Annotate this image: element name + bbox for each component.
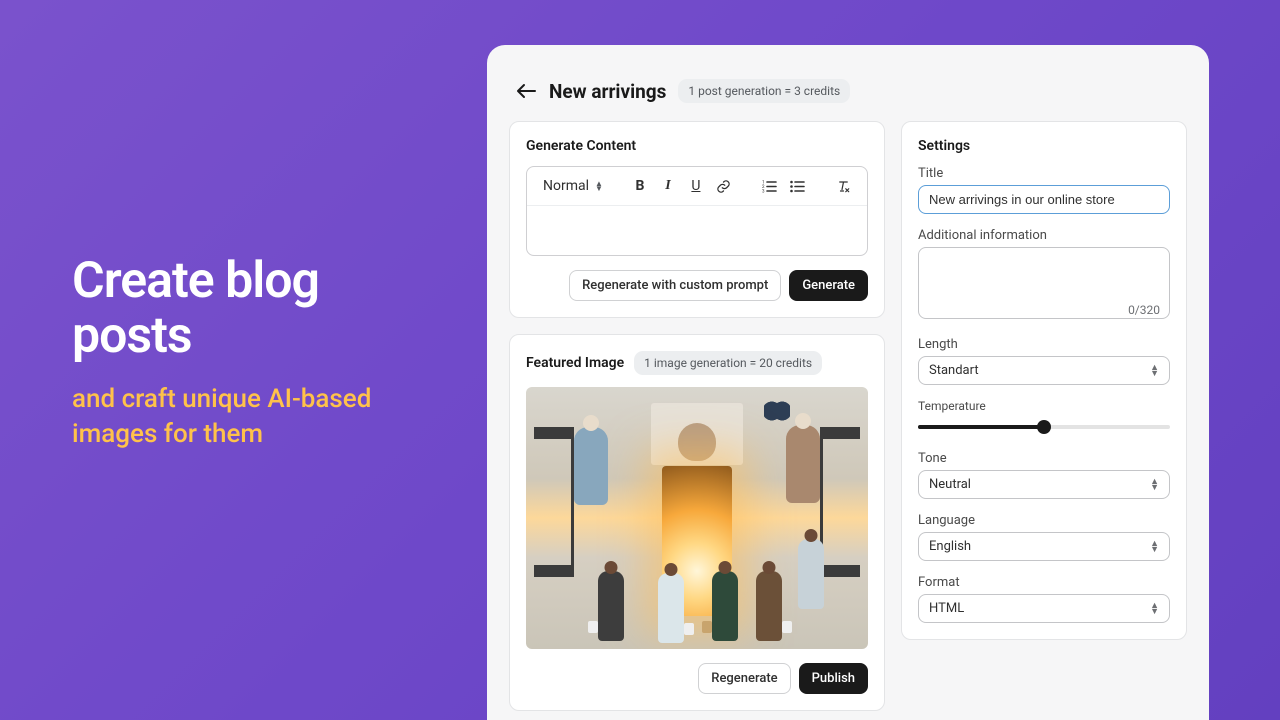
clear-format-icon[interactable] (831, 173, 857, 199)
tone-value: Neutral (929, 477, 971, 492)
format-select[interactable]: HTML ▲▼ (918, 594, 1170, 623)
chevron-updown-icon: ▲▼ (1150, 365, 1159, 377)
chevron-updown-icon: ▲▼ (1150, 541, 1159, 553)
title-label: Title (918, 166, 1170, 181)
temperature-slider[interactable] (918, 417, 1170, 437)
chevron-updown-icon: ▲▼ (595, 181, 603, 191)
heading-select[interactable]: Normal ▲▼ (539, 178, 607, 194)
ordered-list-icon[interactable]: 123 (757, 173, 783, 199)
additional-info-label: Additional information (918, 228, 1170, 243)
char-counter: 0/320 (1128, 303, 1160, 317)
featured-image-title: Featured Image (526, 355, 624, 371)
panel-header: New arrivings 1 post generation = 3 cred… (509, 65, 1187, 121)
language-value: English (929, 539, 971, 554)
regenerate-prompt-button[interactable]: Regenerate with custom prompt (569, 270, 781, 301)
temperature-label: Temperature (918, 399, 1170, 413)
format-value: HTML (929, 601, 964, 616)
generate-content-title: Generate Content (526, 138, 868, 154)
credits-pill: 1 post generation = 3 credits (678, 79, 850, 103)
title-input[interactable] (918, 185, 1170, 214)
length-value: Standart (929, 363, 979, 378)
app-panel: New arrivings 1 post generation = 3 cred… (487, 45, 1209, 720)
hero-title: Create blog posts (72, 254, 442, 364)
heading-select-label: Normal (543, 178, 589, 194)
generate-content-card: Generate Content Normal ▲▼ B I (509, 121, 885, 318)
featured-image-preview[interactable] (526, 387, 868, 649)
settings-card: Settings Title Additional information 0/… (901, 121, 1187, 640)
publish-button[interactable]: Publish (799, 663, 868, 694)
page-title: New arrivings (549, 80, 666, 103)
image-credits-pill: 1 image generation = 20 credits (634, 351, 822, 375)
length-select[interactable]: Standart ▲▼ (918, 356, 1170, 385)
hero-subtitle: and craft unique AI-based images for the… (72, 382, 442, 452)
editor-toolbar: Normal ▲▼ B I U (527, 167, 867, 206)
back-button[interactable] (515, 80, 537, 102)
svg-text:3: 3 (762, 188, 765, 193)
rich-text-editor[interactable]: Normal ▲▼ B I U (526, 166, 868, 256)
arrow-left-icon (516, 83, 536, 99)
bold-icon[interactable]: B (627, 173, 653, 199)
settings-title: Settings (918, 138, 1170, 154)
chevron-updown-icon: ▲▼ (1150, 479, 1159, 491)
link-icon[interactable] (711, 173, 737, 199)
italic-icon[interactable]: I (655, 173, 681, 199)
regenerate-image-button[interactable]: Regenerate (698, 663, 790, 694)
unordered-list-icon[interactable] (785, 173, 811, 199)
language-select[interactable]: English ▲▼ (918, 532, 1170, 561)
hero-copy: Create blog posts and craft unique AI-ba… (72, 254, 442, 452)
featured-image-card: Featured Image 1 image generation = 20 c… (509, 334, 885, 711)
language-label: Language (918, 513, 1170, 528)
underline-icon[interactable]: U (683, 173, 709, 199)
editor-body[interactable] (527, 206, 867, 255)
chevron-updown-icon: ▲▼ (1150, 603, 1159, 615)
generate-button[interactable]: Generate (789, 270, 868, 301)
tone-select[interactable]: Neutral ▲▼ (918, 470, 1170, 499)
length-label: Length (918, 337, 1170, 352)
tone-label: Tone (918, 451, 1170, 466)
format-label: Format (918, 575, 1170, 590)
